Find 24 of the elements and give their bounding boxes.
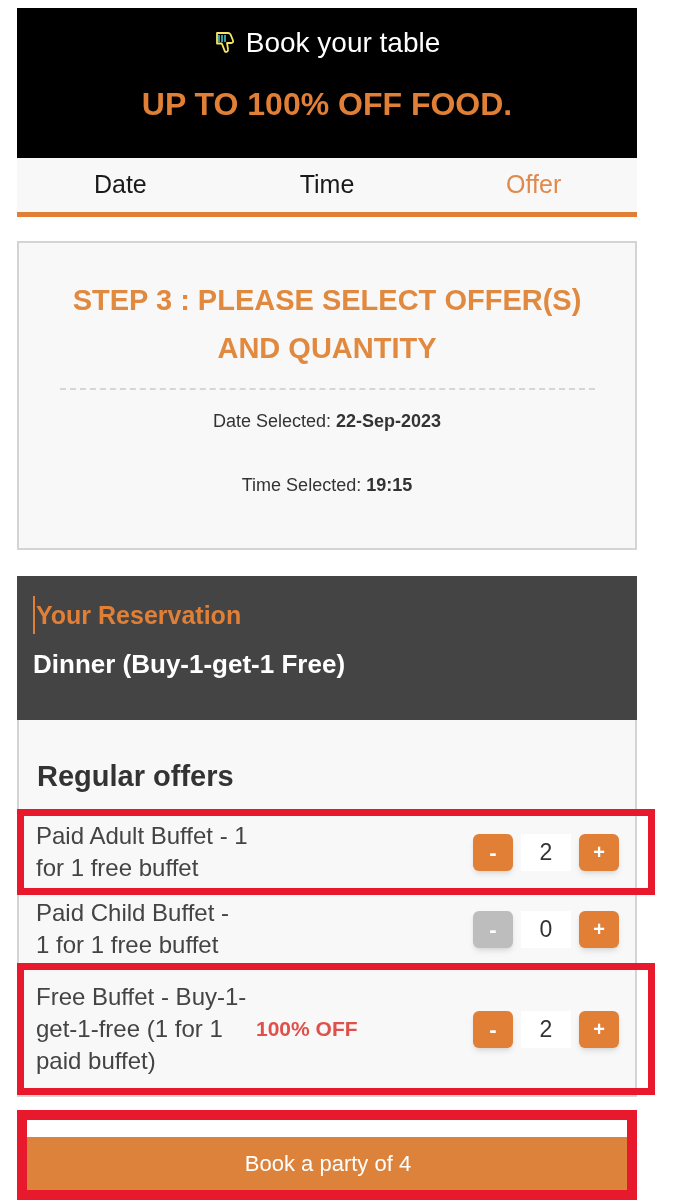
step-tab[interactable]: Offer bbox=[430, 158, 637, 212]
decrease-button[interactable]: - bbox=[473, 833, 513, 871]
offers-heading: Regular offers bbox=[36, 759, 235, 794]
increase-button[interactable]: + bbox=[579, 910, 619, 948]
step-tab[interactable]: Date bbox=[17, 158, 224, 212]
selection-detail: Date Selected: 22-Sep-2023 bbox=[212, 410, 442, 433]
discount-label: 100% OFF bbox=[256, 1016, 358, 1043]
step-title: STEP 3 : PLEASE SELECT OFFER(S) AND QUANTITY bbox=[71, 283, 583, 366]
reservation-heading: Your Reservation bbox=[36, 600, 242, 631]
offer-label: Paid Adult Buffet - 1 for 1 free buffet bbox=[36, 821, 248, 883]
increase-button[interactable]: + bbox=[579, 833, 619, 871]
quantity-field[interactable]: 2 bbox=[521, 1010, 571, 1048]
quantity-field[interactable]: 2 bbox=[521, 833, 571, 871]
promo-text: UP TO 100% OFF FOOD. bbox=[141, 85, 513, 124]
step-tab[interactable]: Time bbox=[223, 158, 431, 212]
selection-detail: Time Selected: 19:15 bbox=[241, 474, 413, 497]
meal-title: Dinner (Buy-1-get-1 Free) bbox=[33, 648, 347, 681]
book-button[interactable]: Book a party of 4 bbox=[27, 1137, 629, 1190]
offer-label: Free Buffet - Buy-1-get-1-free (1 for 1 paid buffet) bbox=[36, 982, 248, 1076]
header-title: Book your table bbox=[245, 26, 441, 60]
decrease-button[interactable]: - bbox=[473, 1010, 513, 1048]
increase-button[interactable]: + bbox=[579, 1010, 619, 1048]
offer-label: Paid Child Buffet - 1 for 1 free buffet bbox=[36, 898, 230, 960]
quantity-field[interactable]: 0 bbox=[521, 910, 571, 948]
